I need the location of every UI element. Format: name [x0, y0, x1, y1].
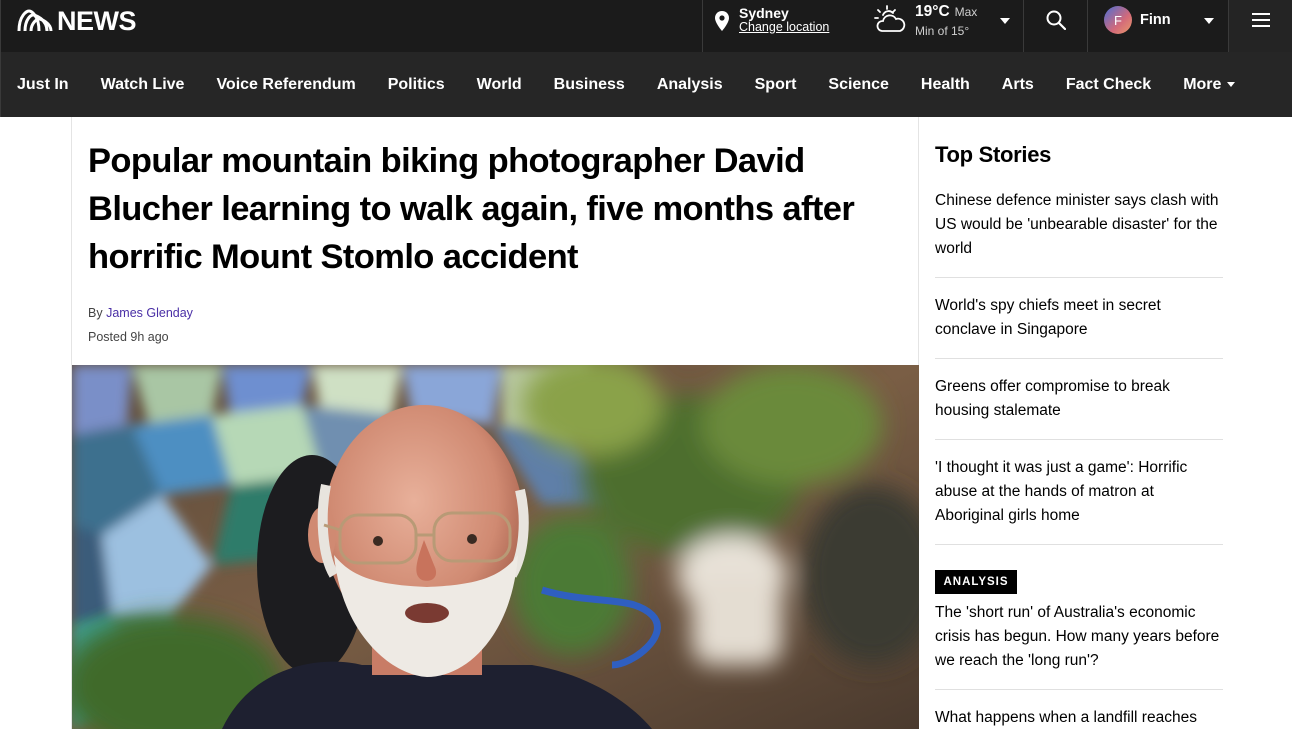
top-story-link[interactable]: Greens offer compromise to break housing…: [935, 375, 1223, 423]
partly-cloudy-icon: [874, 5, 906, 32]
story-divider: [935, 277, 1223, 278]
nav-more-button[interactable]: More: [1183, 52, 1236, 117]
top-story-link[interactable]: The 'short run' of Australia's economic …: [935, 601, 1223, 673]
min-temp: Min of 15°: [915, 24, 970, 38]
logo-text: NEWS: [57, 6, 137, 36]
nav-item-fact-check[interactable]: Fact Check: [1066, 52, 1151, 117]
weather-widget[interactable]: 19°C Max Min of 15°: [863, 0, 1023, 52]
nav-item-business[interactable]: Business: [554, 52, 625, 117]
search-icon: [1046, 10, 1066, 30]
story-divider: [935, 358, 1223, 359]
max-label: Max: [954, 5, 978, 19]
user-menu[interactable]: F Finn: [1087, 0, 1227, 52]
top-story-link[interactable]: What happens when a landfill reaches: [935, 706, 1223, 729]
hero-image[interactable]: [72, 365, 919, 729]
chevron-down-icon: [1204, 18, 1214, 24]
article: Popular mountain biking photographer Dav…: [71, 117, 919, 729]
top-stories-heading: Top Stories: [935, 142, 1052, 167]
posted-time: Posted 9h ago: [88, 330, 169, 344]
abc-news-logo[interactable]: NEWS: [17, 6, 137, 36]
location-pin-icon: [715, 11, 729, 31]
nav-item-sport[interactable]: Sport: [755, 52, 797, 117]
user-name: Finn: [1140, 12, 1171, 28]
author-link[interactable]: James Glenday: [106, 306, 193, 320]
hero-photo: [72, 365, 919, 729]
avatar: F: [1104, 6, 1132, 34]
hamburger-icon: [1252, 13, 1270, 27]
current-temp: 19°C: [915, 3, 950, 20]
search-button[interactable]: [1023, 0, 1088, 52]
nav-item-watch-live[interactable]: Watch Live: [101, 52, 185, 117]
nav-item-analysis[interactable]: Analysis: [657, 52, 723, 117]
story-divider: [935, 689, 1223, 690]
article-headline: Popular mountain biking photographer Dav…: [88, 142, 855, 276]
byline-prefix: By: [88, 306, 103, 320]
change-location-link[interactable]: Change location: [739, 20, 829, 35]
top-story-link[interactable]: 'I thought it was just a game': Horrific…: [935, 456, 1223, 528]
nav-item-voice-referendum[interactable]: Voice Referendum: [216, 52, 355, 117]
nav-more-label: More: [1183, 76, 1222, 93]
abc-logo-icon: [17, 9, 53, 32]
nav-item-just-in[interactable]: Just In: [17, 52, 69, 117]
top-story-link[interactable]: Chinese defence minister says clash with…: [935, 189, 1223, 261]
nav-item-health[interactable]: Health: [921, 52, 970, 117]
nav-item-politics[interactable]: Politics: [388, 52, 445, 117]
location-selector[interactable]: Sydney Change location: [702, 0, 860, 52]
chevron-down-icon[interactable]: [1000, 18, 1010, 24]
main-navigation: Just In Watch Live Voice Referendum Poli…: [0, 52, 1292, 117]
location-city: Sydney: [739, 5, 789, 21]
nav-item-arts[interactable]: Arts: [1002, 52, 1034, 117]
hamburger-menu-button[interactable]: [1228, 0, 1292, 52]
story-divider: [935, 544, 1223, 545]
nav-item-science[interactable]: Science: [828, 52, 888, 117]
story-divider: [935, 439, 1223, 440]
nav-item-world[interactable]: World: [477, 52, 522, 117]
top-stories-sidebar: Top Stories Chinese defence minister say…: [935, 117, 1223, 729]
top-bar: NEWS Sydney Change location 19°C Max Min …: [0, 0, 1292, 52]
chevron-down-icon: [1227, 82, 1236, 87]
top-story-link[interactable]: World's spy chiefs meet in secret concla…: [935, 294, 1223, 342]
byline: By James Glenday: [88, 306, 193, 320]
analysis-badge: ANALYSIS: [935, 570, 1017, 594]
